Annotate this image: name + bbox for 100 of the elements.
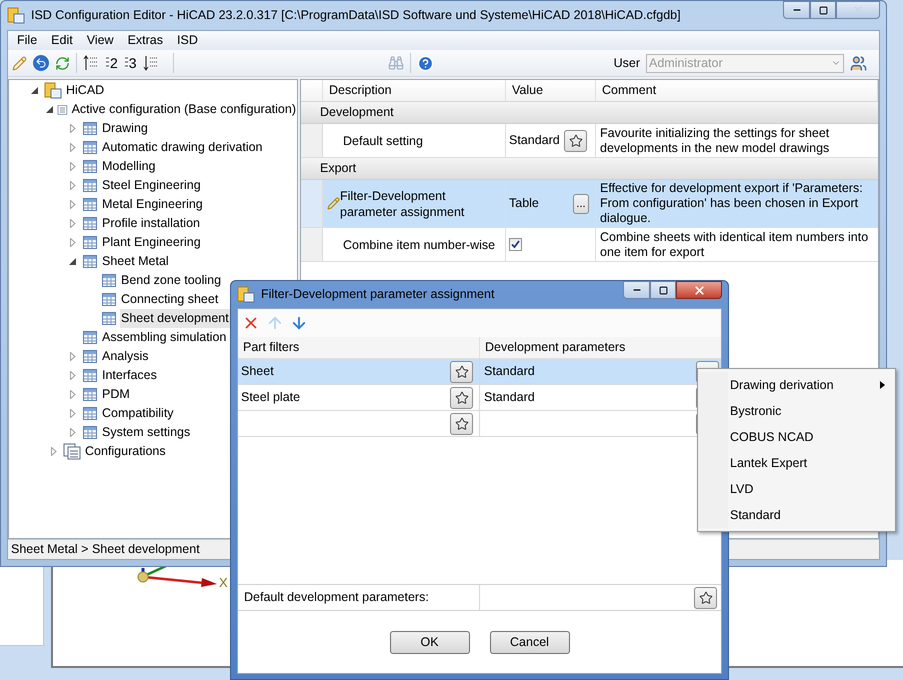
menu-item[interactable]: File	[10, 31, 44, 50]
tree-item[interactable]: Automatic drawing derivation	[101, 138, 264, 157]
collapse-arrow-icon[interactable]	[68, 257, 76, 266]
menu-item[interactable]: LVD	[698, 476, 895, 502]
expand-arrow-icon[interactable]	[68, 428, 76, 437]
menu-item[interactable]: Extras	[120, 31, 170, 50]
favourite-button[interactable]	[564, 130, 587, 152]
dialog-title: Filter-Development parameter assignment	[261, 286, 494, 304]
collapse-arrow-icon[interactable]	[46, 105, 54, 114]
expand-arrow-icon[interactable]	[68, 371, 76, 380]
star-icon	[454, 390, 468, 404]
tree-item[interactable]: Metal Engineering	[101, 195, 204, 214]
expand-arrow-icon[interactable]	[68, 238, 76, 247]
dialog-button[interactable]: Cancel	[490, 631, 570, 654]
folder-icon	[7, 7, 25, 24]
dialog-button[interactable]: OK	[390, 631, 470, 654]
table-cell-text: Sheet	[241, 363, 274, 380]
checkbox[interactable]	[509, 238, 522, 251]
tree-item[interactable]: Configurations	[84, 442, 167, 461]
table-row[interactable]: Filter-Development parameter assignment Table ... Effective for development export if 'Parameters: From configuration' has been chosen in Export dialogue.	[301, 180, 878, 228]
menu-item[interactable]: View	[80, 31, 121, 50]
star-icon	[698, 590, 712, 604]
expand-arrow-icon[interactable]	[68, 200, 76, 209]
tree-item[interactable]: Plant Engineering	[101, 233, 202, 252]
value-text: Standard	[509, 132, 560, 150]
undo-icon[interactable]	[33, 55, 49, 71]
refresh-icon[interactable]	[55, 56, 70, 70]
expand-arrow-icon[interactable]	[68, 143, 76, 152]
maximize-button[interactable]	[810, 1, 836, 19]
tree-item[interactable]: System settings	[101, 423, 192, 442]
tree-item[interactable]: Profile installation	[101, 214, 201, 233]
default-parameters-label: Default development parameters:	[244, 589, 429, 606]
tree-item[interactable]: Modelling	[101, 157, 157, 176]
tree-item[interactable]: Compatibility	[101, 404, 175, 423]
close-button[interactable]	[676, 281, 722, 299]
group-header: Export	[320, 160, 356, 178]
table-icon	[82, 121, 98, 136]
level-down-icon[interactable]	[142, 54, 159, 72]
table-icon	[101, 273, 117, 288]
tree-item[interactable]: Analysis	[101, 347, 150, 366]
tree-item[interactable]: Assembling simulation	[101, 328, 228, 347]
menu-item[interactable]: COBUS NCAD	[698, 424, 895, 450]
expand-arrow-icon[interactable]	[68, 124, 76, 133]
help-icon[interactable]	[416, 54, 434, 72]
expand-arrow-icon[interactable]	[68, 352, 76, 361]
value-text: Table	[509, 195, 539, 212]
favourite-button[interactable]	[450, 360, 473, 382]
tree-item[interactable]: Sheet development	[120, 309, 230, 328]
filter-row[interactable]: Sheet Standard	[238, 359, 721, 385]
ellipsis-button[interactable]: ...	[573, 194, 589, 214]
table-icon	[82, 349, 98, 364]
column-header[interactable]: Description	[323, 80, 506, 101]
users-icon[interactable]	[850, 54, 867, 72]
move-down-icon[interactable]	[290, 314, 308, 332]
table-icon	[82, 368, 98, 383]
column-header[interactable]: Comment	[596, 80, 878, 101]
expand-arrow-icon[interactable]	[50, 447, 58, 456]
menu-item[interactable]: Edit	[44, 31, 80, 50]
menu-item[interactable]: Standard	[698, 502, 895, 528]
tree-item[interactable]: Active configuration (Base configuration)	[70, 100, 297, 119]
favourite-button[interactable]	[450, 412, 473, 434]
tree-item[interactable]: Drawing	[101, 119, 149, 138]
tree-item[interactable]: Bend zone tooling	[120, 271, 222, 290]
close-icon	[692, 284, 706, 296]
expand-arrow-icon[interactable]	[68, 409, 76, 418]
table-icon	[82, 387, 98, 402]
pencil-icon[interactable]	[12, 56, 27, 70]
table-cell: Combine item number-wise	[343, 236, 496, 252]
table-icon	[82, 254, 98, 269]
tree-item[interactable]: Steel Engineering	[101, 176, 202, 195]
menu-item[interactable]: Drawing derivation	[698, 372, 895, 398]
table-cell-text: Filter-Development parameter assignment	[340, 188, 466, 220]
tree-item[interactable]: PDM	[101, 385, 131, 404]
collapse-arrow-icon[interactable]	[30, 86, 38, 95]
column-header[interactable]: Part filters	[238, 337, 480, 358]
column-header[interactable]: Value	[506, 80, 596, 101]
expand-arrow-icon[interactable]	[68, 390, 76, 399]
level-button[interactable]: 2	[110, 56, 118, 70]
star-icon	[454, 416, 468, 430]
column-header[interactable]: Development parameters	[480, 337, 721, 358]
menu-item[interactable]: Bystronic	[698, 398, 895, 424]
maximize-button[interactable]	[650, 281, 676, 299]
expand-arrow-icon[interactable]	[68, 219, 76, 228]
table-row[interactable]: Default setting Standard Favourite initializing the settings for sheet developments in the new model drawings	[301, 124, 878, 158]
star-icon	[568, 134, 582, 148]
tree-item[interactable]: Interfaces	[101, 366, 158, 385]
tree-item[interactable]: HiCAD	[65, 81, 106, 100]
menu-item[interactable]: ISD	[170, 31, 205, 50]
expand-arrow-icon[interactable]	[68, 181, 76, 190]
window-title: ISD Configuration Editor - HiCAD 23.2.0.317 [C:\ProgramData\ISD Software und Systeme\HiCAD 2018\HiCAD.cfgdb]	[31, 7, 681, 24]
table-icon	[82, 159, 98, 174]
tree-item[interactable]: Connecting sheet	[120, 290, 220, 309]
level-button[interactable]: 3	[128, 56, 137, 70]
table-row[interactable]: Combine item number-wise Combine sheets with identical item numbers into one item for export	[301, 228, 878, 262]
favourite-button[interactable]	[450, 386, 473, 408]
level-up-icon[interactable]	[83, 54, 99, 72]
expand-arrow-icon[interactable]	[68, 162, 76, 171]
tree-item[interactable]: Sheet Metal	[101, 252, 170, 271]
menu-item[interactable]: Lantek Expert	[698, 450, 895, 476]
favourite-button[interactable]	[694, 586, 717, 608]
